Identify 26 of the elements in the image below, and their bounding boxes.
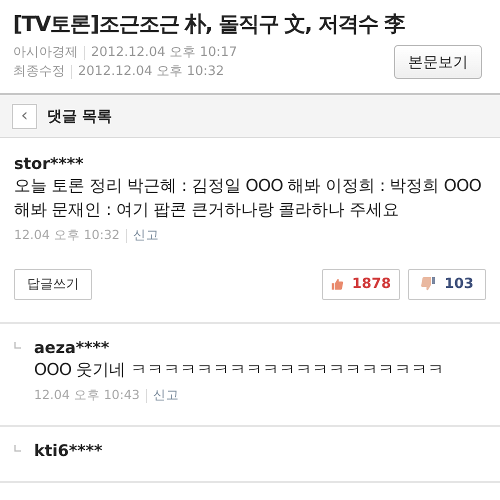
report-link[interactable]: 신고 [132,226,159,245]
username: kti6**** [34,441,104,462]
comment-text: OOO 웃기네 ㅋㅋㅋㅋㅋㅋㅋㅋㅋㅋㅋㅋㅋㅋㅋㅋㅋㅋㅋ [34,359,445,382]
back-button[interactable]: ‹ [12,104,37,129]
comment-time: 12.04 오후 10:32 [14,226,120,244]
reply-button[interactable]: 답글쓰기 [14,268,92,300]
report-link[interactable]: 신고 [152,386,179,406]
username: aeza**** [34,338,110,358]
like-button[interactable]: 1878 [322,268,400,300]
divider [126,228,127,243]
comment-time: 12.04 오후 10:43 [34,386,140,404]
meta-source: 아시아경제 [13,44,78,62]
divider [146,388,147,403]
thumbs-up-icon [331,276,344,292]
username: stor**** [14,154,85,174]
divider [71,64,72,79]
view-article-button[interactable]: 본문보기 [394,44,482,80]
comment-text: 오늘 토론 정리 박근혜 : 김정일 OOO 해봐 이정희 : 박정희 OOO 해봐 문재인 : 여기 팝콘 큰거하나랑 콜라하나 주세요 [14,175,482,222]
divider [84,46,85,60]
article-title: [TV토론]조근조근 朴, 돌직구 文, 저격수 李 [13,12,406,38]
comments-title: 댓글 목록 [47,106,112,127]
thumbs-down-icon [420,276,436,292]
dislike-button[interactable]: 103 [408,268,486,300]
meta-date: 2012.12.04 오후 10:32 [78,63,224,82]
meta-date: 2012.12.04 오후 10:17 [91,44,238,62]
meta-source: 최종수정 [13,63,65,82]
